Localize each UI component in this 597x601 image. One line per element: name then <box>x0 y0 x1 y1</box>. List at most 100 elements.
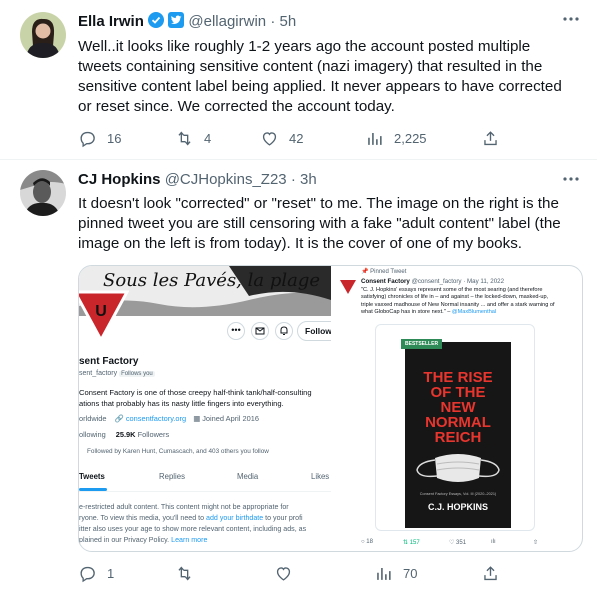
analytics-icon <box>368 132 382 145</box>
avatar-ella-irwin[interactable] <box>20 12 66 58</box>
message-icon[interactable] <box>251 322 269 340</box>
twitter-affiliate-badge-icon[interactable] <box>168 12 185 28</box>
author-name[interactable]: Ella Irwin <box>78 13 144 30</box>
like-button[interactable] <box>274 564 303 583</box>
book-title-line: REICH <box>434 429 482 446</box>
avatar-cj-hopkins[interactable] <box>20 170 66 216</box>
tweet-timestamp[interactable]: · 5h <box>270 13 296 30</box>
following-button-label: Followi <box>305 326 331 336</box>
pinned-share[interactable]: ⇧ <box>533 539 538 546</box>
book-title-line: THE RISE <box>423 369 493 386</box>
book-author: C.J. HOPKINS <box>427 502 488 512</box>
retweet-button[interactable] <box>175 564 204 583</box>
adult-content-warning: e-restricted adult content. This content… <box>79 502 331 546</box>
pinned-author-handle[interactable]: @consent_factory · May 11, 2022 <box>412 278 505 285</box>
reply-button[interactable]: 16 <box>78 129 121 148</box>
tweet-text: It doesn't look "corrected" or "reset" t… <box>78 195 561 252</box>
followers-label[interactable]: Followers <box>138 430 170 439</box>
book-title-line: NORMAL <box>425 414 491 431</box>
followed-by-text[interactable]: Followed by Karen Hunt, Cumascach, and 4… <box>87 448 269 455</box>
more-options-icon[interactable] <box>561 174 581 184</box>
tweet-actions: 1 70 <box>78 564 578 584</box>
verified-gold-badge-icon[interactable] <box>148 12 165 28</box>
reply-count: 1 <box>107 566 115 581</box>
share-button[interactable] <box>481 564 500 583</box>
analytics-icon <box>377 567 391 580</box>
pinned-author-name[interactable]: Consent Factory <box>361 278 410 285</box>
share-button[interactable] <box>481 129 500 148</box>
tweet-timestamp[interactable]: · 3h <box>291 171 317 188</box>
following-button[interactable]: Followi <box>297 321 331 341</box>
retweet-count: 4 <box>204 131 212 146</box>
follows-you-badge: Follows you <box>119 371 155 377</box>
views-button[interactable]: 2,225 <box>365 129 427 148</box>
face-mask-illustration <box>416 454 500 482</box>
tab-replies[interactable]: Replies <box>159 472 185 481</box>
pinned-tweet-text: "C. J. Hopkins' essays represent some of… <box>361 287 557 317</box>
consent-factory-avatar-logo[interactable] <box>339 278 357 296</box>
retweet-icon <box>178 131 191 146</box>
retweet-icon <box>178 566 191 581</box>
followers-count[interactable]: 25.9K <box>116 430 136 439</box>
profile-joined: Joined April 2016 <box>202 414 259 423</box>
warning-line: plained in our Privacy Policy. <box>79 536 172 544</box>
profile-location: orldwide <box>79 414 107 423</box>
view-count: 70 <box>403 566 418 581</box>
media-right-screenshot[interactable]: 📌 Pinned Tweet Consent Factory @consent_… <box>333 266 582 551</box>
book-title-line: OF THE <box>430 384 486 401</box>
link-icon: 🔗 <box>114 414 124 423</box>
pinned-retweet-count: 157 <box>409 540 420 546</box>
tab-active-indicator <box>79 488 107 491</box>
mention-link[interactable]: @MaxBlumenthal <box>452 309 496 315</box>
like-count: 42 <box>289 131 304 146</box>
tab-tweets[interactable]: Tweets <box>79 472 105 481</box>
author-handle[interactable]: @ellagirwin <box>188 13 266 30</box>
pinned-reply[interactable]: ○ 18 <box>361 539 373 545</box>
profile-bio: Consent Factory is one of those creepy h… <box>79 388 312 408</box>
warning-line: to your profi <box>263 514 303 522</box>
bestseller-badge: BESTSELLER <box>401 339 443 349</box>
learn-more-link[interactable]: Learn more <box>171 536 207 544</box>
pinned-like-count: 351 <box>456 540 467 546</box>
share-icon <box>484 566 497 581</box>
following-count[interactable]: ollowing <box>79 430 106 439</box>
more-options-icon[interactable] <box>561 14 581 24</box>
like-button[interactable]: 42 <box>260 129 303 148</box>
book-title: THE RISE OF THE NEW NORMAL REICH <box>405 370 511 445</box>
banner-graffiti-text: Sous les Pavés, la plage <box>103 270 321 291</box>
tab-media[interactable]: Media <box>237 472 258 481</box>
warning-line: itter also uses your age to show more re… <box>79 525 307 533</box>
tweet-media[interactable]: Sous les Pavés, la plage U ••• Followi s… <box>78 265 583 552</box>
book-cover: BESTSELLER THE RISE OF THE NEW NORMAL RE… <box>401 339 511 528</box>
share-icon <box>484 131 497 146</box>
calendar-icon: ▦ <box>193 414 201 423</box>
profile-more-button[interactable]: ••• <box>227 322 245 340</box>
media-left-screenshot[interactable]: Sous les Pavés, la plage U ••• Followi s… <box>79 266 331 551</box>
author-name[interactable]: CJ Hopkins <box>78 171 161 188</box>
profile-tabs: Tweets Replies Media Likes <box>79 464 331 492</box>
book-cover-image[interactable]: BESTSELLER THE RISE OF THE NEW NORMAL RE… <box>375 324 535 531</box>
retweet-button[interactable]: 4 <box>175 129 211 148</box>
tweet-ella-irwin: Ella Irwin @ellagirwin · 5h Well..it loo… <box>0 0 597 160</box>
add-birthdate-link[interactable]: add your birthdate <box>206 514 263 522</box>
pinned-reply-count: 18 <box>366 539 373 545</box>
book-title-line: NEW <box>440 399 476 416</box>
tab-likes[interactable]: Likes <box>311 472 329 481</box>
heart-icon <box>262 132 277 146</box>
pinned-views[interactable]: ılı <box>491 539 496 545</box>
pinned-like[interactable]: ♡ 351 <box>449 539 466 546</box>
pinned-retweet[interactable]: ⇅ 157 <box>403 539 420 546</box>
reply-button[interactable]: 1 <box>78 564 114 583</box>
author-handle[interactable]: @CJHopkins_Z23 <box>165 171 287 188</box>
reply-icon <box>80 131 95 148</box>
view-count: 2,225 <box>394 131 427 146</box>
profile-avatar-logo[interactable]: U <box>79 288 129 344</box>
views-button[interactable]: 70 <box>374 564 417 583</box>
tweet-actions: 16 4 42 2,225 <box>78 129 578 149</box>
profile-handle: sent_factory <box>79 370 118 377</box>
profile-website-link[interactable]: consentfactory.org <box>126 414 186 423</box>
tweet-text: Well..it looks like roughly 1-2 years ag… <box>78 38 562 115</box>
svg-text:U: U <box>95 303 107 320</box>
heart-icon <box>276 567 291 581</box>
notifications-icon[interactable] <box>275 322 293 340</box>
